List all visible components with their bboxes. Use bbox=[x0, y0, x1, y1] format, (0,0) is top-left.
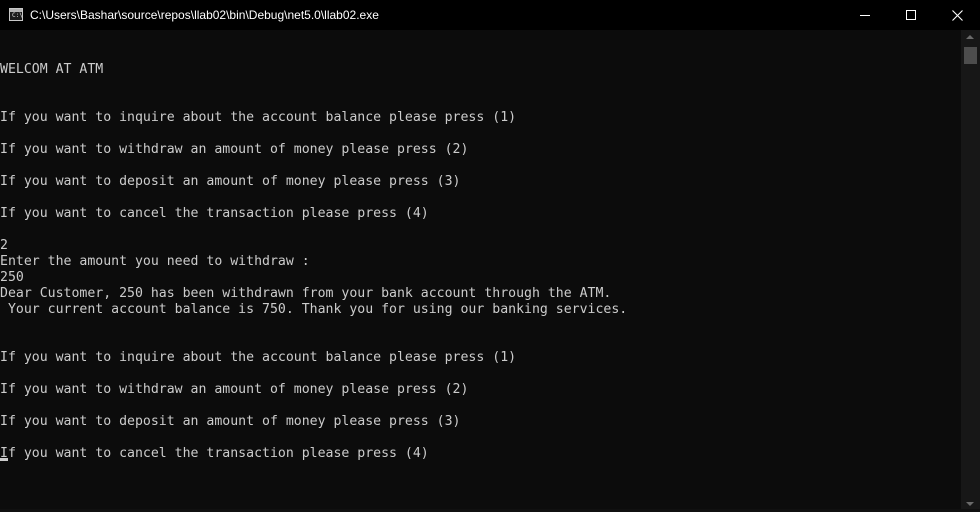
console-window: C:\ C:\Users\Bashar\source\repos\llab02\… bbox=[0, 0, 980, 512]
vertical-scrollbar[interactable] bbox=[961, 30, 980, 512]
console-line: 250 bbox=[0, 270, 24, 285]
console-line: Enter the amount you need to withdraw : bbox=[0, 254, 310, 269]
console-line: Your current account balance is 750. Tha… bbox=[0, 302, 628, 317]
console-line: If you want to cancel the transaction pl… bbox=[0, 446, 429, 461]
close-icon bbox=[951, 9, 963, 21]
console-line: 2 bbox=[0, 238, 8, 253]
console-line: If you want to inquire about the account… bbox=[0, 110, 517, 125]
console-line: If you want to cancel the transaction pl… bbox=[0, 206, 429, 221]
console-line: WELCOM AT ATM bbox=[0, 62, 104, 77]
minimize-icon bbox=[860, 14, 870, 16]
maximize-button[interactable] bbox=[888, 0, 934, 30]
title-bar[interactable]: C:\ C:\Users\Bashar\source\repos\llab02\… bbox=[0, 0, 980, 30]
minimize-button[interactable] bbox=[842, 0, 888, 30]
scroll-down-arrow-icon[interactable] bbox=[966, 502, 974, 506]
console-line: If you want to deposit an amount of mone… bbox=[0, 174, 461, 189]
window-title: C:\Users\Bashar\source\repos\llab02\bin\… bbox=[30, 8, 379, 22]
console-line: If you want to withdraw an amount of mon… bbox=[0, 382, 469, 397]
close-button[interactable] bbox=[934, 0, 980, 30]
console-line: Dear Customer, 250 has been withdrawn fr… bbox=[0, 286, 612, 301]
maximize-icon bbox=[906, 10, 916, 20]
console-line: If you want to deposit an amount of mone… bbox=[0, 414, 461, 429]
console-output[interactable]: WELCOM AT ATM If you want to inquire abou… bbox=[0, 30, 961, 512]
console-line: If you want to withdraw an amount of mon… bbox=[0, 142, 469, 157]
app-icon-glyph: C:\ bbox=[12, 12, 23, 19]
scroll-up-arrow-icon[interactable] bbox=[966, 35, 974, 39]
scroll-thumb[interactable] bbox=[964, 47, 977, 64]
console-line: If you want to inquire about the account… bbox=[0, 350, 517, 365]
text-cursor bbox=[0, 458, 8, 461]
console-app-icon: C:\ bbox=[9, 8, 23, 21]
